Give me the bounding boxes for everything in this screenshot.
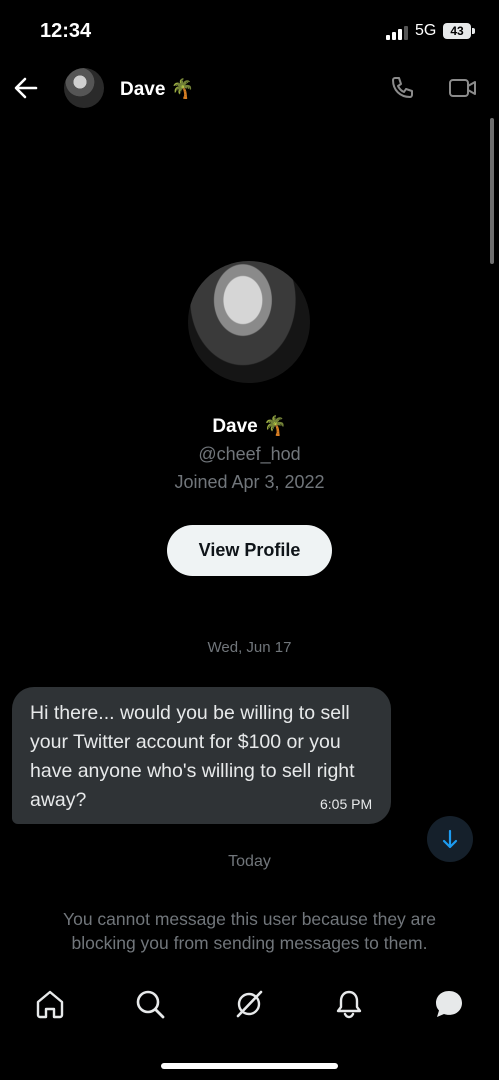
grok-icon[interactable] (233, 988, 265, 1020)
scrollbar[interactable] (490, 118, 494, 264)
blocked-notice: You cannot message this user because the… (63, 909, 436, 953)
home-icon[interactable] (34, 988, 66, 1020)
profile-name: Dave 🌴 (212, 416, 287, 437)
date-separator: Wed, Jun 17 (207, 639, 292, 656)
messages-icon[interactable] (433, 988, 465, 1020)
network-type: 5G (415, 22, 437, 39)
notifications-icon[interactable] (333, 988, 365, 1020)
battery-icon: 43 (443, 23, 471, 39)
date-separator-today: Today (228, 853, 271, 870)
home-indicator (161, 1063, 338, 1069)
cellular-signal-icon (386, 26, 408, 40)
search-icon[interactable] (134, 988, 166, 1020)
profile-joined-date: Joined Apr 3, 2022 (174, 472, 325, 492)
profile-handle: @cheef_hod (198, 444, 301, 464)
profile-avatar[interactable] (188, 261, 310, 383)
header-user-name[interactable]: Dave 🌴 (120, 77, 194, 101)
view-profile-button[interactable]: View Profile (167, 525, 332, 576)
status-time: 12:34 (40, 20, 92, 42)
video-call-icon[interactable] (448, 74, 478, 102)
message-timestamp: 6:05 PM (320, 796, 373, 812)
back-arrow-icon[interactable] (12, 74, 40, 102)
header-avatar[interactable] (64, 68, 104, 108)
battery-tip (472, 28, 475, 34)
phone-icon[interactable] (388, 74, 416, 102)
